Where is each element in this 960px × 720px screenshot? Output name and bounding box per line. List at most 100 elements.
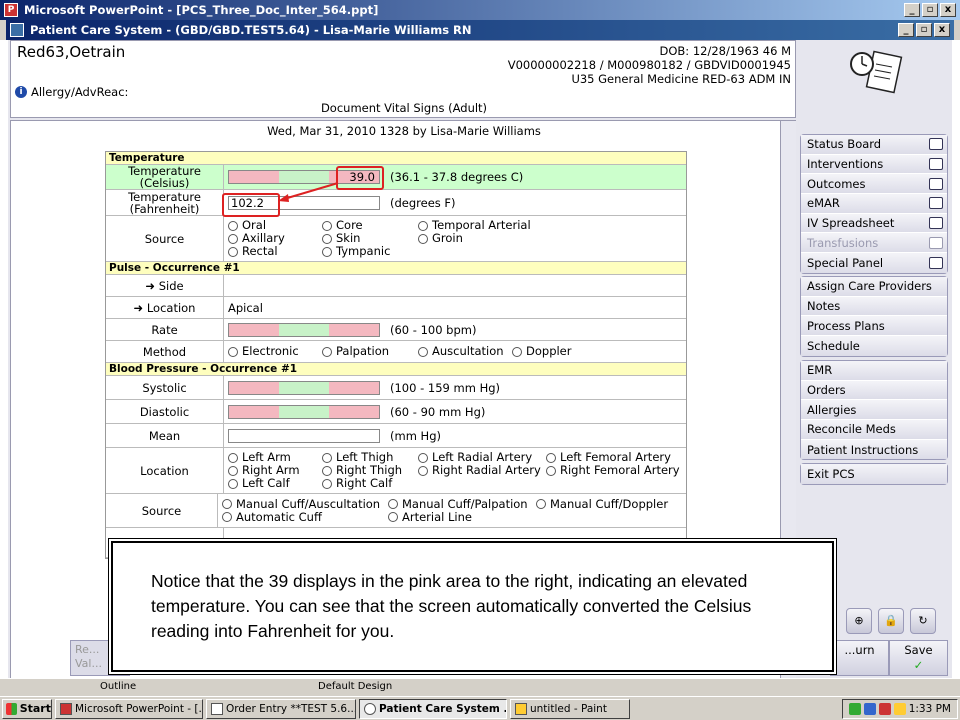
patient-location: U35 General Medicine RED-63 ADM IN — [571, 72, 791, 86]
sidebar-item-outcomes[interactable]: Outcomes — [801, 174, 947, 195]
pulse-side-value[interactable] — [224, 275, 686, 296]
sidebar-group-2: Assign Care Providers Notes Process Plan… — [800, 276, 948, 357]
temp-source-options: Oral Core Temporal Arterial Axillary Ski… — [228, 218, 568, 259]
pulse-wave-icon — [929, 256, 943, 269]
patient-ids: V00000002218 / M000980182 / GBDVID000194… — [507, 58, 791, 72]
lookup-icon[interactable]: ⊕ — [846, 608, 872, 634]
book-icon — [929, 138, 943, 151]
sidebar-item-process-plans[interactable]: Process Plans — [801, 316, 947, 337]
sidebar-item-patient-instructions[interactable]: Patient Instructions — [801, 439, 947, 460]
taskbar-item-patient-care-system[interactable]: Patient Care System ... — [359, 698, 507, 719]
clock-time: 1:33 PM — [908, 702, 951, 715]
emar-icon — [929, 197, 943, 210]
refresh-icon[interactable]: ↻ — [910, 608, 936, 634]
radio-right-calf[interactable]: Right Calf — [322, 477, 418, 490]
radio-auscultation[interactable]: Auscultation — [418, 345, 512, 358]
radio-automatic-cuff[interactable]: Automatic Cuff — [222, 510, 388, 524]
diastolic-label: Diastolic — [106, 400, 224, 423]
radio-right-radial-artery[interactable]: Right Radial Artery — [418, 464, 546, 477]
sidebar-group-3: EMR Orders Allergies Reconcile Meds Pati… — [800, 360, 948, 461]
sidebar-item-orders[interactable]: Orders — [801, 380, 947, 401]
temp-celsius-range: (36.1 - 37.8 degrees C) — [390, 170, 524, 184]
radio-rectal[interactable]: Rectal — [228, 245, 322, 258]
bp-section-header: Blood Pressure - Occurrence #1 — [106, 363, 686, 376]
diastolic-row: Diastolic (60 - 90 mm Hg) — [106, 400, 686, 424]
radio-arterial-line[interactable]: Arterial Line — [388, 510, 536, 524]
taskbar-item-powerpoint[interactable]: Microsoft PowerPoint - [... — [55, 698, 203, 719]
sidebar-group-4: Exit PCS — [800, 463, 948, 485]
annotation-callout: Notice that the 39 displays in the pink … — [111, 541, 834, 672]
radio-electronic[interactable]: Electronic — [228, 345, 322, 358]
sidebar-item-special-panel[interactable]: Special Panel — [801, 253, 947, 273]
taskbar-item-paint[interactable]: untitled - Paint — [510, 698, 630, 719]
sidebar-item-status-board[interactable]: Status Board — [801, 135, 947, 155]
pulse-location-label: ➜ Location — [106, 297, 224, 318]
pcs-window-buttons: _ ▫ x — [898, 23, 950, 37]
fahrenheit-highlight-box — [222, 193, 280, 217]
pcs-app-icon — [10, 23, 24, 37]
radio-manual-cuff-auscultation[interactable]: Manual Cuff/Auscultation — [222, 497, 388, 511]
radio-right-femoral-artery[interactable]: Right Femoral Artery — [546, 464, 680, 477]
return-button[interactable]: ...urn — [830, 640, 889, 676]
tray-icon[interactable] — [878, 702, 891, 715]
pulse-rate-field[interactable] — [228, 322, 380, 337]
pcs-minimize-button[interactable]: _ — [898, 23, 914, 37]
radio-manual-cuff-doppler[interactable]: Manual Cuff/Doppler — [536, 497, 686, 511]
allergy-row[interactable]: i Allergy/AdvReac: — [15, 85, 128, 99]
temp-fahrenheit-row: Temperature (Fahrenheit) 102.2 (degrees F… — [106, 190, 686, 216]
temp-source-row: Source Oral Core Temporal Arterial Axill… — [106, 216, 686, 262]
pulse-rate-row: Rate (60 - 100 bpm) — [106, 319, 686, 341]
pulse-method-row: Method Electronic Palpation Auscultation… — [106, 341, 686, 363]
radio-tympanic[interactable]: Tympanic — [322, 245, 418, 258]
clock-clipboard-icon[interactable] — [848, 48, 904, 94]
pulse-method-options: Electronic Palpation Auscultation Dopple… — [228, 344, 592, 359]
radio-groin[interactable]: Groin — [418, 232, 568, 245]
sidebar-item-schedule[interactable]: Schedule — [801, 336, 947, 356]
mean-unit: (mm Hg) — [390, 428, 441, 443]
sidebar-item-reconcile-meds[interactable]: Reconcile Meds — [801, 420, 947, 440]
sidebar-item-emar[interactable]: eMAR — [801, 194, 947, 214]
radio-palpation[interactable]: Palpation — [322, 345, 418, 358]
sidebar-item-transfusions: Transfusions — [801, 233, 947, 254]
pcs-title: Patient Care System - (GBD/GBD.TEST5.64)… — [30, 23, 472, 37]
save-button[interactable]: Save ✓ — [889, 640, 948, 676]
systolic-row: Systolic (100 - 159 mm Hg) — [106, 376, 686, 400]
taskbar-item-order-entry[interactable]: Order Entry **TEST 5.6... — [206, 698, 356, 719]
radio-doppler[interactable]: Doppler — [512, 345, 592, 358]
pcs-close-button[interactable]: x — [934, 23, 950, 37]
sidebar-item-assign-care-providers[interactable]: Assign Care Providers — [801, 277, 947, 297]
radio-left-calf[interactable]: Left Calf — [228, 477, 322, 490]
temp-celsius-label: Temperature (Celsius) — [106, 165, 224, 189]
bp-location-label: Location — [106, 448, 224, 493]
sidebar-item-interventions[interactable]: Interventions — [801, 154, 947, 175]
powerpoint-app-icon: P — [4, 3, 18, 17]
tray-icon[interactable] — [863, 702, 876, 715]
diastolic-field[interactable] — [228, 404, 380, 419]
status-design: Default Design — [318, 681, 393, 692]
tray-icon[interactable] — [848, 702, 861, 715]
systolic-field[interactable] — [228, 380, 380, 395]
diastolic-range: (60 - 90 mm Hg) — [390, 404, 486, 419]
exit-pcs-button[interactable]: Exit PCS — [801, 464, 947, 484]
sidebar-item-notes[interactable]: Notes — [801, 296, 947, 317]
close-button[interactable]: x — [940, 3, 956, 17]
mean-field[interactable] — [228, 428, 380, 443]
pcs-restore-button[interactable]: ▫ — [916, 23, 932, 37]
start-button[interactable]: Start — [2, 698, 52, 719]
sidebar-item-allergies[interactable]: Allergies — [801, 400, 947, 421]
tray-icon[interactable] — [893, 702, 906, 715]
arrow-icon: ➜ — [133, 300, 144, 315]
callout-text: Notice that the 39 displays in the pink … — [151, 571, 752, 641]
pulse-location-value[interactable]: Apical — [224, 297, 686, 318]
pulse-method-label: Method — [106, 341, 224, 362]
patient-name: Red63,Oetrain — [17, 43, 126, 61]
sidebar-item-emr[interactable]: EMR — [801, 361, 947, 381]
lock-icon[interactable]: 🔒 — [878, 608, 904, 634]
bp-location-options: Left Arm Left Thigh Left Radial Artery L… — [228, 450, 680, 491]
arrow-icon: ➜ — [145, 278, 156, 293]
radio-manual-cuff-palpation[interactable]: Manual Cuff/Palpation — [388, 497, 536, 511]
restore-button[interactable]: ▫ — [922, 3, 938, 17]
status-outline: Outline — [100, 681, 137, 692]
sidebar-item-iv-spreadsheet[interactable]: IV Spreadsheet — [801, 213, 947, 234]
minimize-button[interactable]: _ — [904, 3, 920, 17]
